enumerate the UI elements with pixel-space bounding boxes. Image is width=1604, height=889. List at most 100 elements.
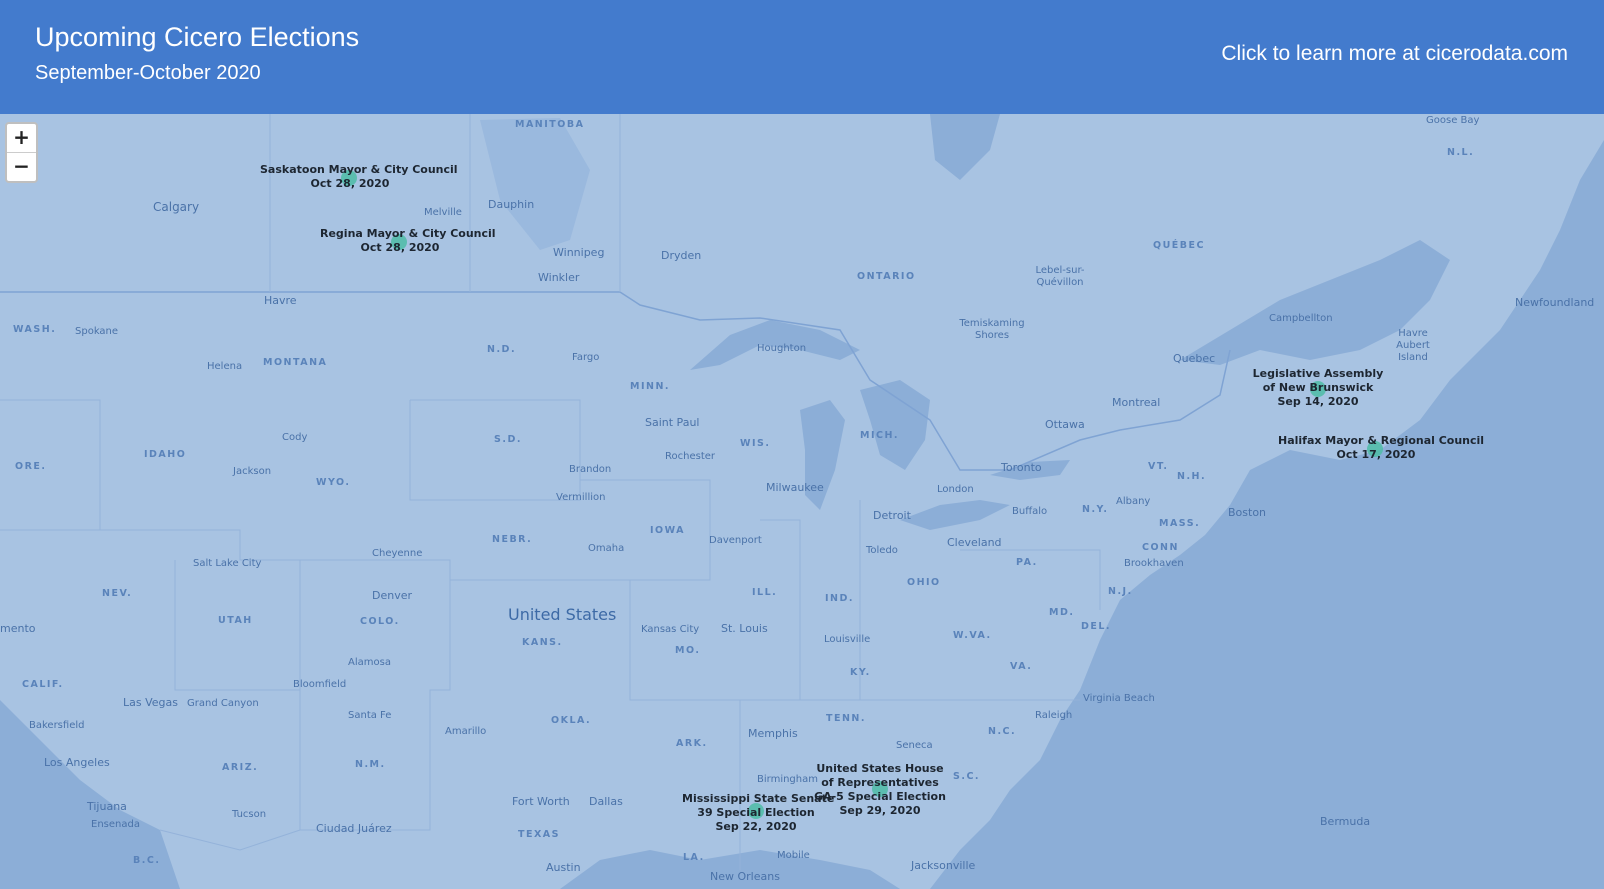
place-label: Salt Lake City: [193, 558, 262, 569]
place-label: Memphis: [748, 727, 798, 740]
election-title: Regina Mayor & City Council: [320, 227, 496, 240]
election-title-line2: of New Brunswick: [1262, 381, 1374, 394]
election-label-saskatoon[interactable]: Saskatoon Mayor & City Council Oct 28, 2…: [260, 163, 458, 191]
election-date: Sep 22, 2020: [715, 820, 797, 833]
election-label-mississippi[interactable]: Mississippi State Senate 39 Special Elec…: [682, 792, 834, 834]
place-label: Las Vegas: [123, 696, 178, 709]
place-label: Amarillo: [445, 726, 487, 737]
place-label: N.Y.: [1082, 504, 1109, 515]
zoom-out-button[interactable]: −: [7, 152, 36, 181]
place-label: WIS.: [740, 438, 771, 449]
place-label: Bermuda: [1320, 815, 1371, 828]
place-label: Alamosa: [348, 657, 391, 668]
page-title: Upcoming Cicero Elections: [35, 22, 360, 52]
place-label: Lebel-sur-Quévillon: [1035, 265, 1085, 288]
place-label: N.D.: [487, 344, 517, 355]
place-label: PA.: [1016, 557, 1038, 568]
place-label: Temiskaming Shores: [959, 318, 1025, 341]
place-label: ILL.: [752, 587, 778, 598]
page-header: Upcoming Cicero Elections September-Octo…: [0, 0, 1604, 114]
election-date: Sep 14, 2020: [1277, 395, 1359, 408]
place-label: Kansas City: [641, 624, 700, 635]
place-label: Melville: [424, 207, 462, 218]
place-label: New Orleans: [710, 870, 780, 883]
place-label: Campbellton: [1269, 313, 1333, 324]
place-label: Dauphin: [488, 198, 535, 211]
place-label: Havre Aubert Island: [1396, 328, 1430, 363]
place-label: VA.: [1010, 661, 1033, 672]
zoom-control: + −: [5, 122, 38, 183]
place-label: Winkler: [538, 271, 580, 284]
place-label: S.D.: [494, 434, 522, 445]
place-label: MONTANA: [263, 357, 328, 368]
place-label: NEV.: [102, 588, 133, 599]
place-label: Davenport: [709, 535, 762, 546]
place-label: Cheyenne: [372, 548, 423, 559]
place-label: MINN.: [630, 381, 670, 392]
place-label: Rochester: [665, 451, 715, 462]
election-title: United States House: [816, 762, 944, 775]
place-label: Vermillion: [556, 492, 606, 503]
election-title: Legislative Assembly: [1252, 367, 1384, 380]
place-label: Goose Bay: [1426, 115, 1480, 126]
place-label: Montreal: [1112, 396, 1161, 409]
place-label: mento: [0, 622, 36, 635]
place-label: QUÉBEC: [1153, 240, 1205, 251]
place-label: Brandon: [569, 464, 612, 475]
place-label: Helena: [207, 361, 243, 372]
election-label-halifax[interactable]: Halifax Mayor & Regional Council Oct 17,…: [1278, 434, 1484, 462]
place-label: WASH.: [13, 324, 57, 335]
place-label: TEXAS: [518, 829, 560, 840]
place-label: OHIO: [907, 577, 941, 588]
place-label: Dryden: [661, 249, 702, 262]
place-label: LA.: [683, 852, 705, 863]
place-label: B.C.: [133, 855, 161, 866]
place-label: Brookhaven: [1124, 558, 1184, 569]
place-label: MICH.: [860, 430, 900, 441]
place-label: MD.: [1049, 607, 1075, 618]
place-label: Ottawa: [1045, 418, 1085, 431]
election-date: Oct 17, 2020: [1336, 448, 1416, 461]
place-label: NEBR.: [492, 534, 533, 545]
place-label: Jackson: [233, 466, 272, 477]
place-label: Bloomfield: [293, 679, 347, 690]
place-label: TENN.: [826, 713, 866, 724]
place-label: Grand Canyon: [187, 698, 259, 709]
place-label: W.VA.: [953, 630, 992, 641]
place-label: IND.: [825, 593, 854, 604]
place-label: Havre: [264, 294, 297, 307]
place-label: Louisville: [824, 634, 871, 645]
election-label-regina[interactable]: Regina Mayor & City Council Oct 28, 2020: [320, 227, 496, 255]
election-title-line2: of Representatives: [821, 776, 939, 789]
election-date: Oct 28, 2020: [360, 241, 440, 254]
place-label: N.C.: [988, 726, 1017, 737]
place-label: ARK.: [676, 738, 708, 749]
place-label: Tucson: [232, 809, 267, 820]
place-label: IDAHO: [144, 449, 187, 460]
election-label-new-brunswick[interactable]: Legislative Assembly of New Brunswick Se…: [1238, 367, 1398, 409]
place-label: Buffalo: [1012, 506, 1048, 517]
place-label: UTAH: [218, 615, 253, 626]
place-label: Houghton: [757, 343, 807, 354]
place-label: Ciudad Juárez: [316, 822, 392, 835]
place-label: Los Angeles: [44, 756, 110, 769]
zoom-in-button[interactable]: +: [7, 124, 36, 152]
place-label: N.L.: [1447, 147, 1475, 158]
place-label: Tijuana: [87, 800, 127, 813]
place-label: Dallas: [589, 795, 623, 808]
place-label: VT.: [1148, 461, 1169, 472]
place-label: N.H.: [1177, 471, 1207, 482]
place-label: Cleveland: [947, 536, 1002, 549]
place-label: N.M.: [355, 759, 386, 770]
place-label: Spokane: [75, 326, 119, 337]
place-label: MO.: [675, 645, 701, 656]
place-label: MASS.: [1159, 518, 1201, 529]
learn-more-link[interactable]: Click to learn more at cicerodata.com: [1221, 42, 1568, 66]
place-label: Boston: [1228, 506, 1267, 519]
place-label: Seneca: [896, 740, 933, 751]
place-label: Milwaukee: [766, 481, 824, 494]
place-label: Saint Paul: [645, 416, 700, 429]
election-title-line2: 39 Special Election: [697, 806, 815, 819]
place-label: CALIF.: [22, 679, 64, 690]
place-label: Newfoundland: [1515, 296, 1595, 309]
